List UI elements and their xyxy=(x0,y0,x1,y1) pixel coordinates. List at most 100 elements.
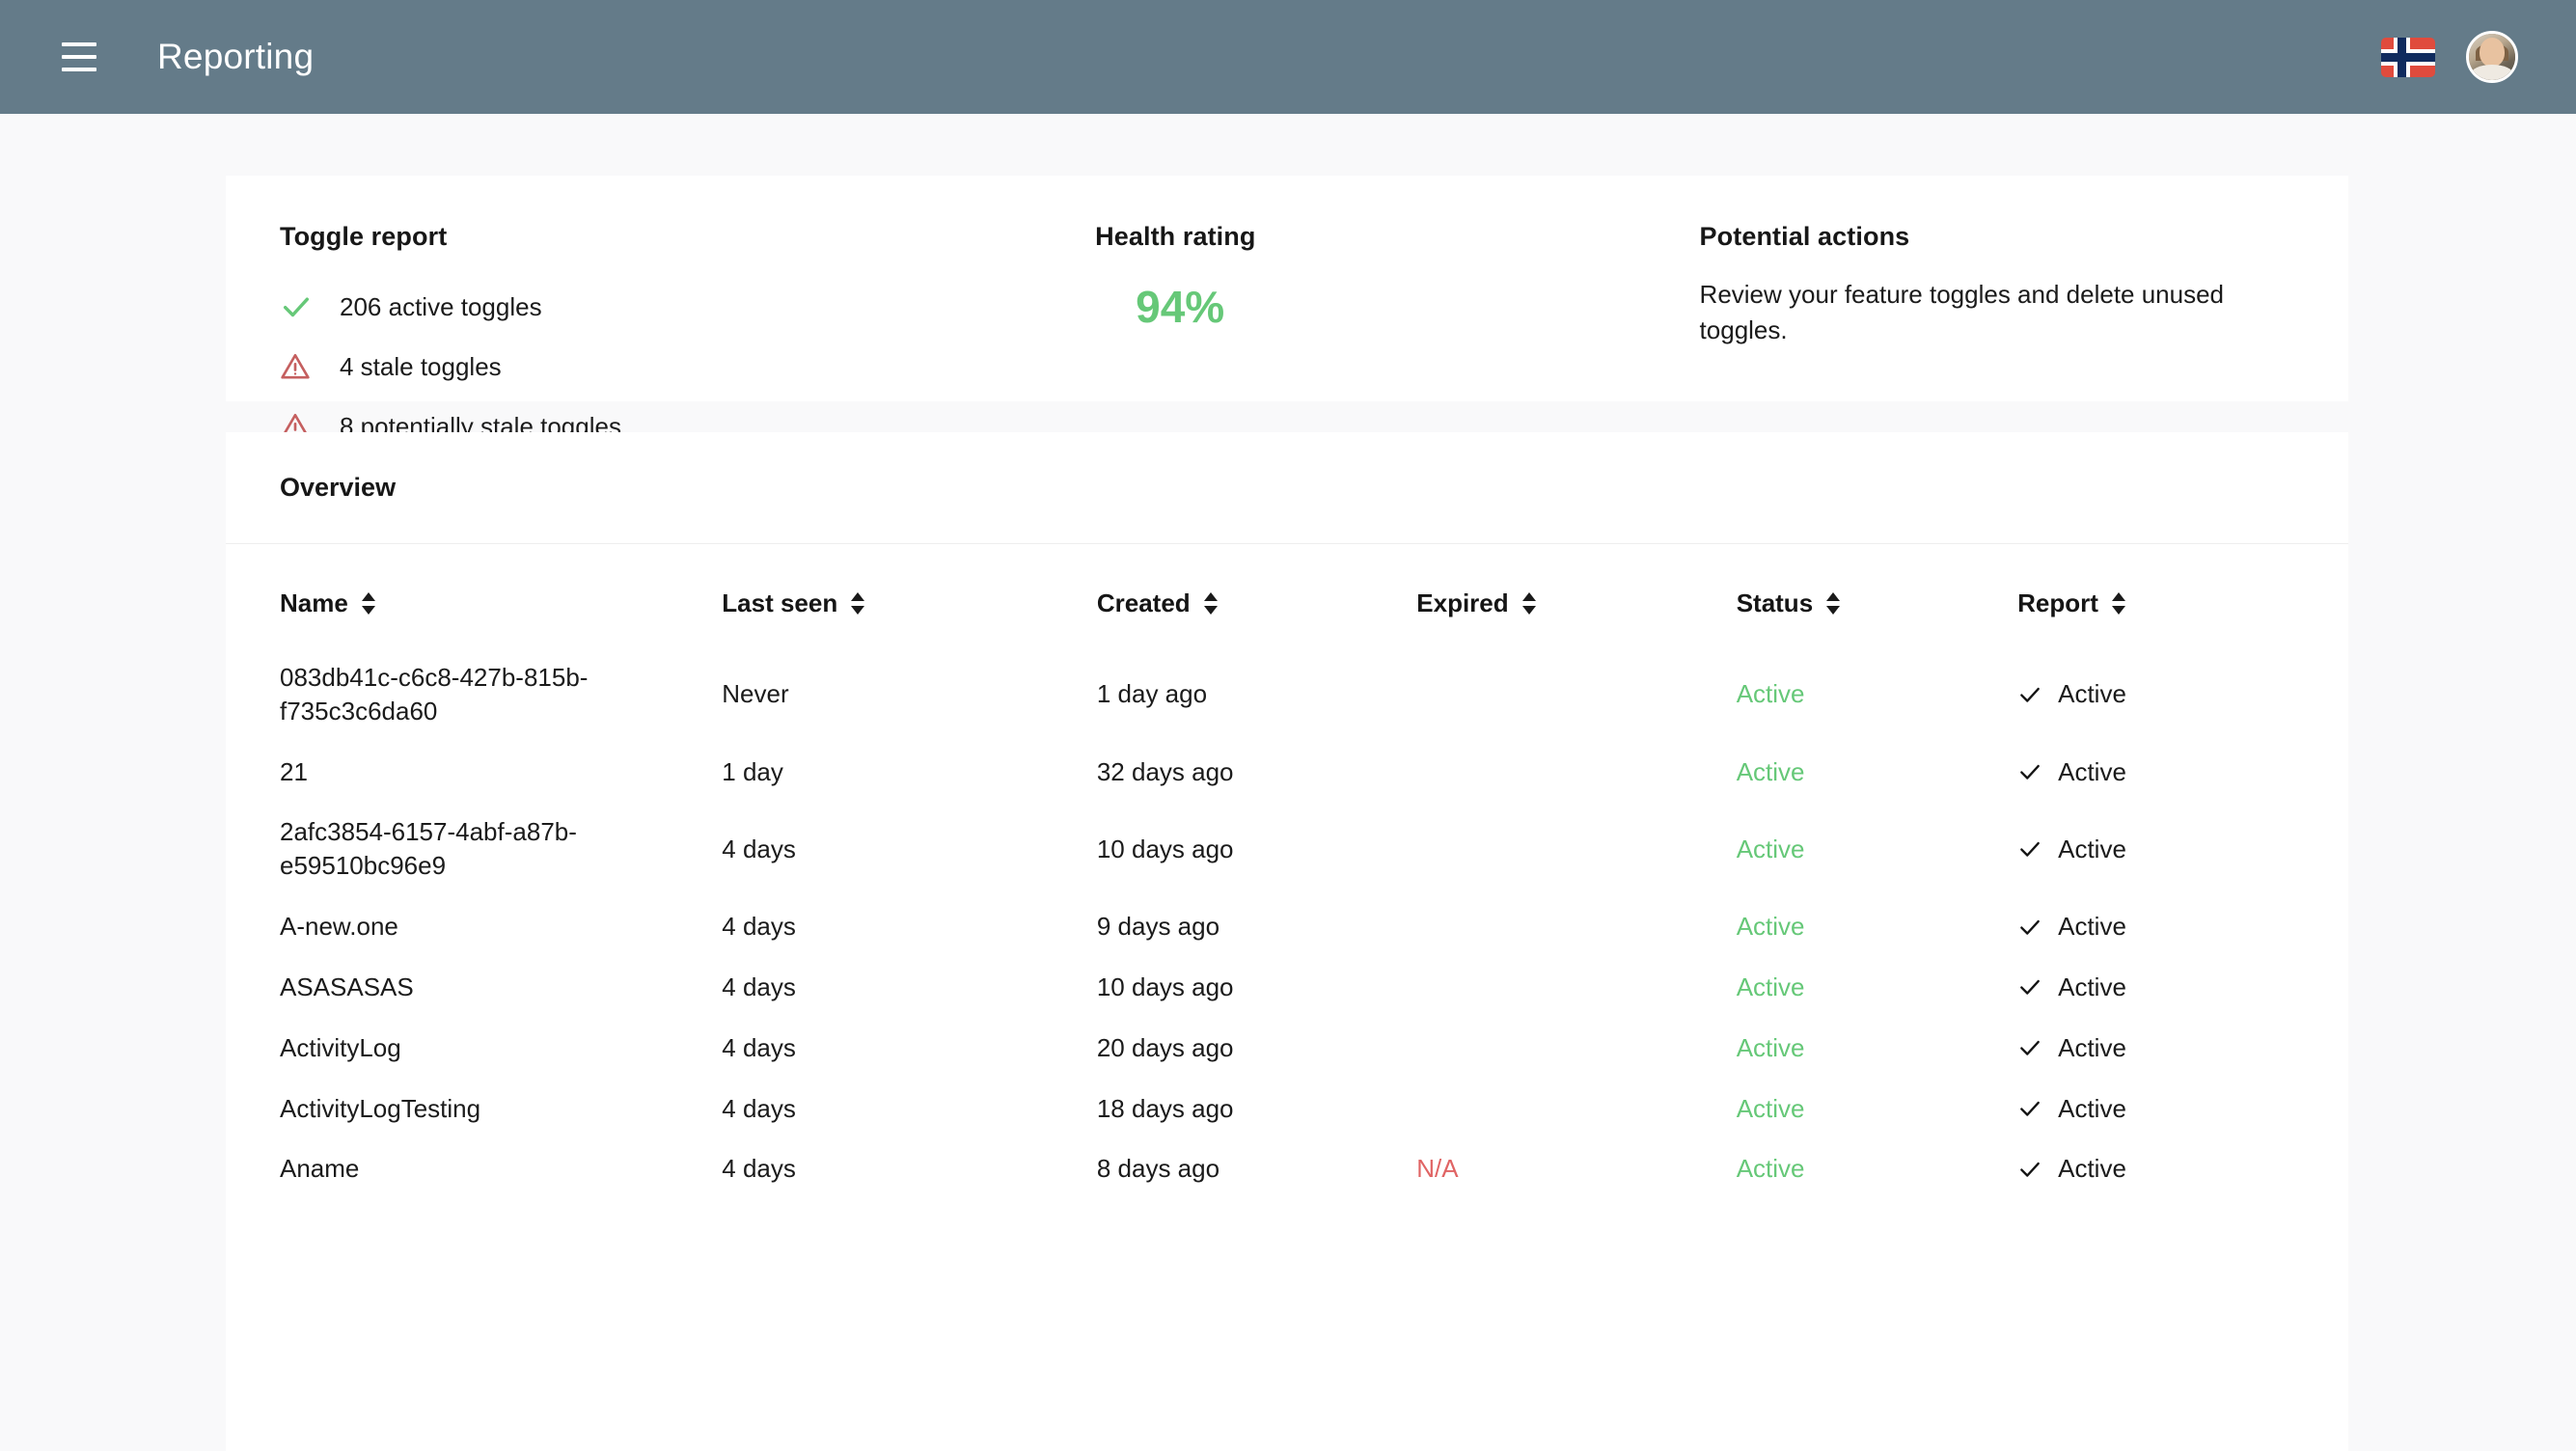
cell-created: 32 days ago xyxy=(1096,756,1234,786)
cell-created: 8 days ago xyxy=(1096,1154,1220,1184)
summary-card: Toggle report 206 active toggles 4 stale… xyxy=(226,176,2348,441)
cell-expired xyxy=(1416,1079,1736,1139)
table-row[interactable]: ASASASAS 4 days 10 days ago Active Active xyxy=(226,957,2348,1018)
cell-status-value: Active xyxy=(1736,972,1805,1001)
potential-actions-heading: Potential actions xyxy=(1699,222,1910,251)
cell-expired xyxy=(1416,647,1736,742)
check-icon xyxy=(2020,687,2040,702)
check-icon xyxy=(2020,1041,2040,1055)
sort-icon[interactable] xyxy=(851,592,865,615)
toggles-table: Name Last seen Created Expired Status Re… xyxy=(226,544,2348,1199)
report-label: Active xyxy=(2058,912,2126,942)
warning-icon xyxy=(280,351,340,382)
cell-expired xyxy=(1416,742,1736,803)
cell-expired xyxy=(1416,1018,1736,1079)
toggle-report-section: Toggle report 206 active toggles 4 stale… xyxy=(280,222,1095,441)
table-row[interactable]: 21 1 day 32 days ago Active Active xyxy=(226,742,2348,803)
table-row[interactable]: ActivityLogTesting 4 days 18 days ago Activ… xyxy=(226,1079,2348,1139)
table-row[interactable]: ActivityLog 4 days 20 days ago Active Active xyxy=(226,1018,2348,1079)
column-header-last-seen[interactable]: Last seen xyxy=(722,544,1097,647)
norway-flag-icon[interactable] xyxy=(2381,37,2435,77)
cell-created: 20 days ago xyxy=(1096,1032,1234,1062)
sort-icon[interactable] xyxy=(2111,592,2125,615)
sort-icon[interactable] xyxy=(1203,592,1218,615)
check-icon xyxy=(2020,842,2040,857)
cell-name: ActivityLogTesting xyxy=(280,1093,481,1123)
cell-status: Active xyxy=(1737,802,2017,896)
check-icon xyxy=(2020,919,2040,935)
sort-icon[interactable] xyxy=(1521,592,1536,615)
cell-expired: N/A xyxy=(1416,1138,1736,1199)
report-label: Active xyxy=(2058,1093,2126,1123)
column-label: Name xyxy=(280,589,348,617)
hamburger-bar xyxy=(62,42,96,46)
cell-last-seen: 4 days xyxy=(722,1154,796,1184)
flag-stripe xyxy=(2381,52,2435,62)
page-body: Toggle report 206 active toggles 4 stale… xyxy=(0,114,2576,1451)
report-label: Active xyxy=(2058,972,2126,1001)
cell-created: 9 days ago xyxy=(1096,912,1220,942)
check-icon xyxy=(2020,764,2040,780)
table-row[interactable]: 083db41c-c6c8-427b-815b-f735c3c6da60 Neve… xyxy=(226,647,2348,742)
column-label: Status xyxy=(1736,589,1814,617)
column-header-status[interactable]: Status xyxy=(1737,544,2017,647)
cell-report: Active xyxy=(2017,957,2348,1018)
cell-status-value: Active xyxy=(1736,912,1805,942)
cell-status: Active xyxy=(1737,647,2017,742)
overview-card: Overview Name Last seen Created Expired … xyxy=(226,432,2348,1451)
cell-name: 2afc3854-6157-4abf-a87b-e59510bc96e9 xyxy=(280,817,577,881)
sort-icon[interactable] xyxy=(1826,592,1841,615)
table-header: Name Last seen Created Expired Status Re… xyxy=(226,544,2348,647)
cell-name: Aname xyxy=(280,1154,360,1184)
cell-report: Active xyxy=(2017,742,2348,803)
cell-last-seen: 4 days xyxy=(722,1093,796,1123)
toggle-report-heading: Toggle report xyxy=(280,222,448,251)
cell-report: Active xyxy=(2017,1138,2348,1199)
check-icon xyxy=(280,290,340,323)
cell-expired xyxy=(1416,802,1736,896)
column-header-expired[interactable]: Expired xyxy=(1416,544,1736,647)
cell-status-value: Active xyxy=(1736,679,1805,709)
table-row[interactable]: Aname 4 days 8 days ago N/A Active Active xyxy=(226,1138,2348,1199)
avatar[interactable] xyxy=(2466,31,2518,83)
report-label: Active xyxy=(2058,679,2126,709)
cell-last-seen: 4 days xyxy=(722,1032,796,1062)
column-header-created[interactable]: Created xyxy=(1097,544,1416,647)
table-body: 083db41c-c6c8-427b-815b-f735c3c6da60 Neve… xyxy=(226,647,2348,1199)
report-label: Active xyxy=(2058,834,2126,863)
cell-status-value: Active xyxy=(1736,1032,1805,1062)
cell-report: Active xyxy=(2017,802,2348,896)
cell-last-seen: 4 days xyxy=(722,834,796,863)
cell-name: 21 xyxy=(280,756,308,786)
column-label: Created xyxy=(1096,589,1191,617)
cell-report: Active xyxy=(2017,647,2348,742)
column-header-report[interactable]: Report xyxy=(2017,544,2348,647)
avatar-face xyxy=(2480,38,2505,68)
table-header-row: Name Last seen Created Expired Status Re… xyxy=(226,544,2348,647)
cell-last-seen: Never xyxy=(722,679,789,709)
report-label: Active xyxy=(2058,1154,2126,1184)
cell-last-seen: 4 days xyxy=(722,972,796,1001)
cell-status-value: Active xyxy=(1736,1154,1805,1184)
health-rating-heading: Health rating xyxy=(1095,222,1256,251)
table-row[interactable]: A-new.one 4 days 9 days ago Active Active xyxy=(226,896,2348,957)
column-label: Last seen xyxy=(722,589,838,617)
cell-last-seen: 1 day xyxy=(722,756,783,786)
health-rating-value: 94% xyxy=(1136,282,1225,332)
sort-icon[interactable] xyxy=(361,592,375,615)
overview-title: Overview xyxy=(280,473,397,502)
column-label: Expired xyxy=(1416,589,1509,617)
cell-expired-value: N/A xyxy=(1416,1154,1459,1184)
stat-active-toggles: 206 active toggles xyxy=(280,277,1095,337)
cell-status-value: Active xyxy=(1736,834,1805,863)
check-icon xyxy=(2020,1162,2040,1177)
hamburger-menu-icon[interactable] xyxy=(54,32,104,82)
table-row[interactable]: 2afc3854-6157-4abf-a87b-e59510bc96e9 4 da… xyxy=(226,802,2348,896)
hamburger-bar xyxy=(62,55,96,59)
cell-report: Active xyxy=(2017,896,2348,957)
column-label: Report xyxy=(2017,589,2098,617)
cell-name: A-new.one xyxy=(280,912,398,942)
potential-actions-body: Review your feature toggles and delete u… xyxy=(1699,280,2225,344)
column-header-name[interactable]: Name xyxy=(226,544,722,647)
cell-status: Active xyxy=(1737,896,2017,957)
